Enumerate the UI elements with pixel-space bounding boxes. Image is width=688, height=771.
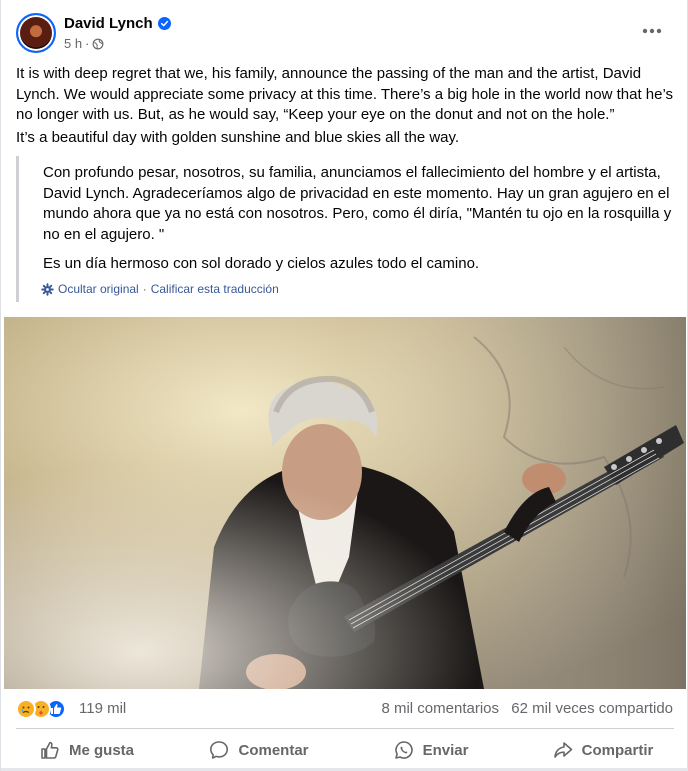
post-time[interactable]: 5 h bbox=[64, 36, 82, 51]
translation-paragraph: Es un día hermoso con sol dorado y cielo… bbox=[43, 255, 480, 272]
shares-count[interactable]: 62 mil veces compartido bbox=[511, 700, 673, 717]
whatsapp-icon bbox=[394, 741, 413, 759]
globe-icon[interactable] bbox=[92, 38, 104, 50]
comment-button[interactable]: Comentar bbox=[173, 729, 345, 765]
like-label: Me gusta bbox=[68, 741, 134, 759]
post-meta: 5 h · bbox=[64, 36, 104, 51]
more-options-button[interactable] bbox=[637, 18, 667, 44]
link-separator: · bbox=[142, 282, 147, 296]
comment-icon bbox=[210, 741, 229, 759]
post-text-paragraph: It’s a beautiful day with golden sunshin… bbox=[16, 129, 460, 146]
share-icon bbox=[553, 742, 572, 758]
translation-paragraph: Con profundo pesar, nosotros, su familia… bbox=[43, 164, 672, 243]
post-card: David Lynch 5 h · It is with deep regret… bbox=[0, 0, 688, 771]
author-name-row: David Lynch bbox=[64, 15, 171, 32]
author-name[interactable]: David Lynch bbox=[64, 15, 153, 32]
comments-count[interactable]: 8 mil comentarios bbox=[381, 700, 499, 717]
post-header: David Lynch 5 h · bbox=[1, 0, 688, 62]
rate-translation-link[interactable]: Calificar esta traducción bbox=[151, 282, 279, 296]
comment-label: Comentar bbox=[238, 741, 309, 759]
send-button[interactable]: Enviar bbox=[345, 729, 517, 765]
meta-dot: · bbox=[85, 36, 90, 51]
reaction-count[interactable]: 119 mil bbox=[79, 700, 126, 717]
share-button[interactable]: Compartir bbox=[517, 729, 688, 765]
photo-image bbox=[4, 317, 686, 689]
hide-original-link[interactable]: Ocultar original bbox=[58, 282, 139, 296]
translation-links: Ocultar original · Calificar esta traduc… bbox=[41, 282, 279, 296]
verified-badge-icon bbox=[157, 17, 171, 30]
gear-icon bbox=[41, 282, 54, 296]
sad-reaction-icon bbox=[16, 699, 36, 719]
post-photo[interactable] bbox=[4, 317, 686, 689]
like-button[interactable]: Me gusta bbox=[1, 729, 173, 765]
share-label: Compartir bbox=[581, 741, 654, 759]
post-text-paragraph: It is with deep regret that we, his fami… bbox=[16, 65, 674, 123]
engagement-stats: 119 mil 8 mil comentarios 62 mil veces c… bbox=[1, 689, 688, 729]
translation-block: Con profundo pesar, nosotros, su familia… bbox=[16, 156, 673, 302]
more-horizontal-icon bbox=[642, 28, 662, 34]
action-bar: Me gusta Comentar Enviar Compartir bbox=[1, 729, 688, 765]
send-label: Enviar bbox=[422, 741, 469, 759]
reaction-icons[interactable] bbox=[16, 699, 66, 719]
like-icon bbox=[41, 741, 59, 759]
avatar[interactable] bbox=[16, 13, 56, 53]
